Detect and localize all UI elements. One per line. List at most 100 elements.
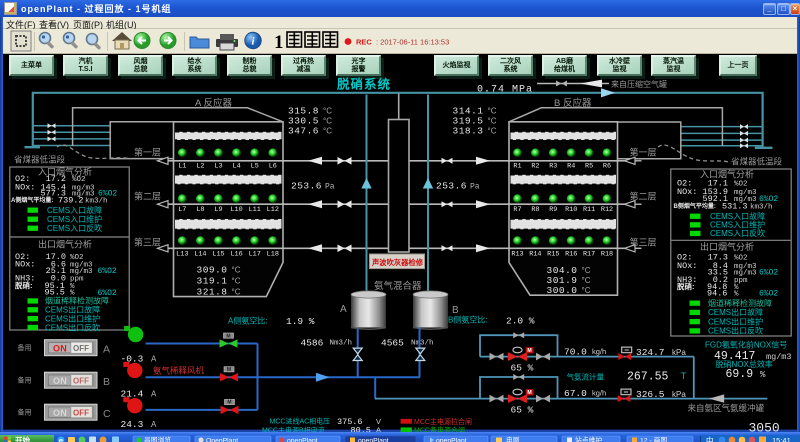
svg-text:15:41: 15:41	[772, 436, 791, 442]
svg-text:ON: ON	[53, 343, 67, 353]
svg-text:69.9: 69.9	[726, 368, 754, 381]
svg-text:脱硝:: 脱硝:	[15, 280, 33, 290]
svg-text:267.55: 267.55	[627, 370, 669, 383]
svg-text:A: A	[151, 420, 157, 429]
svg-text:CEMS入口反吹: CEMS入口反吹	[47, 223, 102, 233]
svg-text:CEMS出口维护: CEMS出口维护	[45, 313, 100, 323]
svg-text:第三层: 第三层	[134, 237, 161, 248]
svg-text:M: M	[527, 390, 531, 396]
svg-text:R3: R3	[549, 163, 557, 171]
svg-text:°C: °C	[323, 107, 332, 116]
svg-text:第一层: 第一层	[134, 147, 161, 158]
svg-text:0.74 MPa: 0.74 MPa	[477, 85, 533, 96]
svg-text:Pa: Pa	[470, 183, 480, 192]
svg-text:321.8: 321.8	[197, 287, 228, 298]
svg-text:A 反应器: A 反应器	[195, 97, 232, 109]
svg-text:Nm3/h: Nm3/h	[411, 340, 434, 348]
svg-text:openPlant: openPlant	[287, 438, 318, 442]
svg-text:来自氨区气氨缓冲罐: 来自氨区气氨缓冲罐	[688, 403, 765, 413]
svg-text:347.6: 347.6	[288, 126, 319, 137]
svg-text:65 %: 65 %	[511, 404, 534, 415]
svg-text:R1: R1	[513, 163, 521, 171]
svg-text:kg/h: kg/h	[592, 389, 606, 398]
svg-text:L5: L5	[251, 163, 259, 171]
svg-text:L4: L4	[233, 163, 241, 171]
svg-text:L9: L9	[214, 206, 222, 214]
svg-text:烟道稀释检测故障: 烟道稀释检测故障	[708, 298, 772, 308]
svg-text:°C: °C	[488, 117, 497, 126]
svg-text:°C: °C	[582, 276, 591, 285]
svg-text:kg/h: kg/h	[592, 347, 606, 356]
svg-text:%: %	[734, 291, 739, 299]
svg-text:脱硝:: 脱硝:	[677, 281, 695, 291]
svg-text:声波吹灰器检修: 声波吹灰器检修	[371, 258, 424, 267]
svg-text:R7: R7	[513, 206, 521, 214]
svg-text:L11: L11	[249, 206, 261, 214]
svg-text:CEMS入口维护: CEMS入口维护	[710, 220, 765, 230]
svg-text:°C: °C	[488, 107, 497, 116]
svg-text:°C: °C	[582, 286, 591, 295]
svg-text:备用: 备用	[18, 343, 32, 352]
svg-text:CEMS入口维护: CEMS入口维护	[47, 214, 102, 224]
svg-text:气氨流计量: 气氨流计量	[567, 371, 605, 381]
svg-text:R18: R18	[601, 251, 613, 259]
svg-text:R8: R8	[531, 206, 539, 214]
svg-text:6%O2: 6%O2	[98, 267, 117, 276]
svg-text:°C: °C	[323, 117, 332, 126]
svg-text:592.1: 592.1	[677, 194, 728, 204]
svg-text:326.5: 326.5	[636, 389, 665, 400]
svg-text:CEMS出口故障: CEMS出口故障	[45, 305, 100, 315]
svg-text:CEMS出口反吹: CEMS出口反吹	[708, 326, 763, 336]
svg-text:openPlant: openPlant	[436, 438, 467, 442]
svg-text:开始: 开始	[15, 435, 30, 442]
svg-text:1: 1	[274, 32, 284, 53]
svg-text:-0.3: -0.3	[121, 353, 144, 364]
svg-text:L15: L15	[212, 251, 224, 259]
svg-text:L14: L14	[194, 251, 206, 259]
svg-text:M: M	[226, 333, 230, 339]
svg-text:R9: R9	[549, 206, 557, 214]
svg-text:REC: REC	[356, 38, 372, 47]
svg-text:24.3: 24.3	[121, 419, 144, 430]
svg-text:B: B	[103, 376, 110, 388]
svg-text:MCC进线AC相电压: MCC进线AC相电压	[270, 417, 331, 426]
svg-text:e: e	[59, 436, 63, 442]
svg-text:kPa: kPa	[672, 348, 686, 357]
svg-text:kPa: kPa	[672, 390, 686, 399]
svg-text:OpenPlant: OpenPlant	[206, 438, 238, 442]
svg-text:脱硝系统: 脱硝系统	[337, 77, 391, 92]
svg-text:B: B	[452, 305, 459, 316]
svg-text:1.9 %: 1.9 %	[286, 316, 315, 327]
svg-text:%O2: %O2	[734, 180, 748, 188]
svg-text:2.0 %: 2.0 %	[506, 316, 535, 327]
svg-text:L18: L18	[267, 251, 279, 259]
svg-text:km3/h: km3/h	[85, 198, 108, 206]
svg-text:65 %: 65 %	[511, 363, 534, 374]
svg-text:°C: °C	[232, 288, 241, 297]
svg-text:R13: R13	[511, 251, 523, 259]
svg-text:A: A	[151, 354, 157, 363]
svg-text:94.6: 94.6	[707, 289, 727, 299]
svg-text:OFF: OFF	[73, 377, 89, 386]
svg-text:300.0: 300.0	[547, 285, 578, 296]
svg-text:烟道稀释检测故障: 烟道稀释检测故障	[45, 296, 109, 306]
svg-text:ppm: ppm	[70, 275, 84, 283]
svg-text:: 2017-06-11 16:13:53: : 2017-06-11 16:13:53	[376, 38, 449, 47]
svg-text:R12: R12	[601, 206, 613, 214]
svg-text:备用: 备用	[18, 408, 32, 417]
svg-text:来自压缩空气罐: 来自压缩空气罐	[611, 79, 667, 89]
svg-text:C: C	[103, 408, 111, 420]
svg-text:M: M	[227, 367, 231, 373]
svg-text:R4: R4	[567, 163, 575, 171]
svg-text:°C: °C	[488, 127, 497, 136]
svg-text:A侧烟气平均量:: A侧烟气平均量:	[11, 196, 53, 204]
svg-text:4565: 4565	[381, 338, 404, 349]
svg-text:6%O2: 6%O2	[759, 290, 778, 299]
svg-text:CEMS出口维护: CEMS出口维护	[708, 316, 763, 326]
svg-text:L1: L1	[178, 163, 186, 171]
svg-text:70.0: 70.0	[564, 346, 587, 357]
svg-text:R14: R14	[529, 251, 541, 259]
svg-text:ON: ON	[53, 408, 67, 418]
svg-text:氨气混合器: 氨气混合器	[374, 280, 422, 292]
svg-text:T: T	[681, 371, 687, 382]
